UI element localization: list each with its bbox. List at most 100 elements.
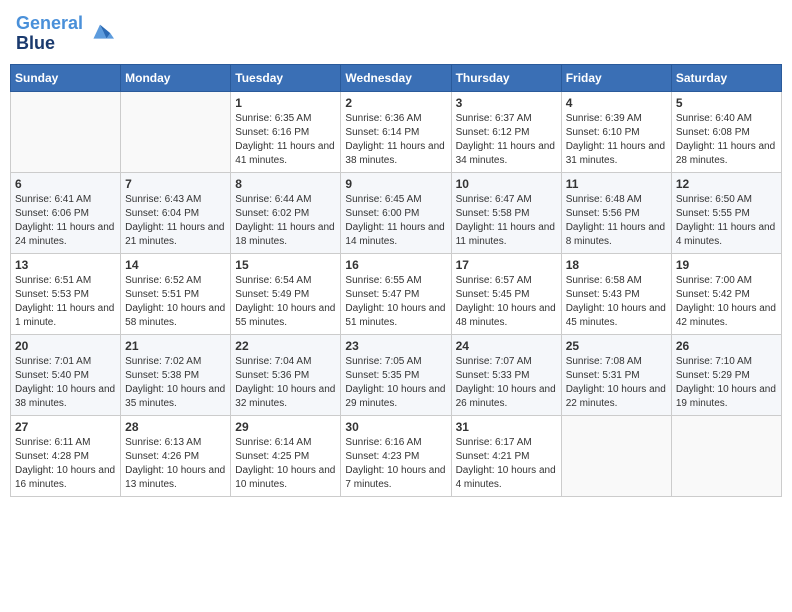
day-info: Sunrise: 7:04 AM Sunset: 5:36 PM Dayligh… <box>235 355 336 411</box>
day-info: Sunrise: 6:39 AM Sunset: 6:10 PM Dayligh… <box>566 112 667 168</box>
col-header-monday: Monday <box>121 64 231 91</box>
calendar-week-row: 20 Sunrise: 7:01 AM Sunset: 5:40 PM Dayli… <box>11 334 782 415</box>
calendar-cell <box>121 91 231 172</box>
calendar-cell: 4 Sunrise: 6:39 AM Sunset: 6:10 PM Daylig… <box>561 91 671 172</box>
calendar-cell <box>11 91 121 172</box>
day-number: 11 <box>566 177 667 191</box>
col-header-friday: Friday <box>561 64 671 91</box>
calendar-week-row: 13 Sunrise: 6:51 AM Sunset: 5:53 PM Dayli… <box>11 253 782 334</box>
col-header-saturday: Saturday <box>671 64 781 91</box>
calendar-week-row: 27 Sunrise: 6:11 AM Sunset: 4:28 PM Dayli… <box>11 415 782 496</box>
day-number: 9 <box>345 177 446 191</box>
calendar-header-row: SundayMondayTuesdayWednesdayThursdayFrid… <box>11 64 782 91</box>
day-info: Sunrise: 7:08 AM Sunset: 5:31 PM Dayligh… <box>566 355 667 411</box>
day-info: Sunrise: 6:44 AM Sunset: 6:02 PM Dayligh… <box>235 193 336 249</box>
day-info: Sunrise: 6:13 AM Sunset: 4:26 PM Dayligh… <box>125 436 226 492</box>
day-info: Sunrise: 7:00 AM Sunset: 5:42 PM Dayligh… <box>676 274 777 330</box>
day-info: Sunrise: 6:37 AM Sunset: 6:12 PM Dayligh… <box>456 112 557 168</box>
day-number: 16 <box>345 258 446 272</box>
calendar-week-row: 1Sunrise: 6:35 AM Sunset: 6:16 PM Daylig… <box>11 91 782 172</box>
calendar-cell: 21Sunrise: 7:02 AM Sunset: 5:38 PM Dayli… <box>121 334 231 415</box>
calendar-cell: 16Sunrise: 6:55 AM Sunset: 5:47 PM Dayli… <box>341 253 451 334</box>
calendar-cell: 20 Sunrise: 7:01 AM Sunset: 5:40 PM Dayli… <box>11 334 121 415</box>
day-number: 30 <box>345 420 446 434</box>
day-number: 2 <box>345 96 446 110</box>
day-info: Sunrise: 6:41 AM Sunset: 6:06 PM Dayligh… <box>15 193 116 249</box>
day-info: Sunrise: 7:01 AM Sunset: 5:40 PM Dayligh… <box>15 355 116 411</box>
col-header-thursday: Thursday <box>451 64 561 91</box>
day-info: Sunrise: 6:57 AM Sunset: 5:45 PM Dayligh… <box>456 274 557 330</box>
calendar-cell: 12Sunrise: 6:50 AM Sunset: 5:55 PM Dayli… <box>671 172 781 253</box>
day-number: 14 <box>125 258 226 272</box>
day-info: Sunrise: 6:36 AM Sunset: 6:14 PM Dayligh… <box>345 112 446 168</box>
day-number: 20 <box>15 339 116 353</box>
day-info: Sunrise: 6:43 AM Sunset: 6:04 PM Dayligh… <box>125 193 226 249</box>
calendar-cell: 15 Sunrise: 6:54 AM Sunset: 5:49 PM Dayli… <box>231 253 341 334</box>
day-info: Sunrise: 6:35 AM Sunset: 6:16 PM Dayligh… <box>235 112 336 168</box>
day-info: Sunrise: 6:47 AM Sunset: 5:58 PM Dayligh… <box>456 193 557 249</box>
logo: GeneralBlue <box>16 14 114 54</box>
calendar-cell: 10 Sunrise: 6:47 AM Sunset: 5:58 PM Dayli… <box>451 172 561 253</box>
day-number: 5 <box>676 96 777 110</box>
day-info: Sunrise: 7:02 AM Sunset: 5:38 PM Dayligh… <box>125 355 226 411</box>
calendar-cell: 13 Sunrise: 6:51 AM Sunset: 5:53 PM Dayli… <box>11 253 121 334</box>
col-header-tuesday: Tuesday <box>231 64 341 91</box>
day-info: Sunrise: 6:52 AM Sunset: 5:51 PM Dayligh… <box>125 274 226 330</box>
day-number: 3 <box>456 96 557 110</box>
logo-icon <box>86 20 114 48</box>
day-info: Sunrise: 6:40 AM Sunset: 6:08 PM Dayligh… <box>676 112 777 168</box>
day-number: 4 <box>566 96 667 110</box>
calendar-cell: 27 Sunrise: 6:11 AM Sunset: 4:28 PM Dayli… <box>11 415 121 496</box>
calendar-cell: 22 Sunrise: 7:04 AM Sunset: 5:36 PM Dayli… <box>231 334 341 415</box>
day-number: 26 <box>676 339 777 353</box>
day-number: 31 <box>456 420 557 434</box>
calendar-cell: 6 Sunrise: 6:41 AM Sunset: 6:06 PM Daylig… <box>11 172 121 253</box>
day-info: Sunrise: 6:50 AM Sunset: 5:55 PM Dayligh… <box>676 193 777 249</box>
day-info: Sunrise: 6:11 AM Sunset: 4:28 PM Dayligh… <box>15 436 116 492</box>
calendar-cell: 3 Sunrise: 6:37 AM Sunset: 6:12 PM Daylig… <box>451 91 561 172</box>
calendar-cell: 25Sunrise: 7:08 AM Sunset: 5:31 PM Dayli… <box>561 334 671 415</box>
day-info: Sunrise: 6:58 AM Sunset: 5:43 PM Dayligh… <box>566 274 667 330</box>
calendar-cell: 7Sunrise: 6:43 AM Sunset: 6:04 PM Daylig… <box>121 172 231 253</box>
day-info: Sunrise: 6:54 AM Sunset: 5:49 PM Dayligh… <box>235 274 336 330</box>
calendar-cell: 2 Sunrise: 6:36 AM Sunset: 6:14 PM Daylig… <box>341 91 451 172</box>
day-number: 19 <box>676 258 777 272</box>
day-info: Sunrise: 6:17 AM Sunset: 4:21 PM Dayligh… <box>456 436 557 492</box>
day-info: Sunrise: 6:51 AM Sunset: 5:53 PM Dayligh… <box>15 274 116 330</box>
calendar-cell <box>561 415 671 496</box>
day-info: Sunrise: 6:16 AM Sunset: 4:23 PM Dayligh… <box>345 436 446 492</box>
day-number: 29 <box>235 420 336 434</box>
calendar-cell: 9 Sunrise: 6:45 AM Sunset: 6:00 PM Daylig… <box>341 172 451 253</box>
calendar-cell: 24 Sunrise: 7:07 AM Sunset: 5:33 PM Dayli… <box>451 334 561 415</box>
day-number: 27 <box>15 420 116 434</box>
day-number: 10 <box>456 177 557 191</box>
page-header: GeneralBlue <box>10 10 782 58</box>
calendar-cell: 14 Sunrise: 6:52 AM Sunset: 5:51 PM Dayli… <box>121 253 231 334</box>
day-info: Sunrise: 6:45 AM Sunset: 6:00 PM Dayligh… <box>345 193 446 249</box>
calendar-cell: 26Sunrise: 7:10 AM Sunset: 5:29 PM Dayli… <box>671 334 781 415</box>
calendar-cell: 29 Sunrise: 6:14 AM Sunset: 4:25 PM Dayli… <box>231 415 341 496</box>
calendar-cell: 23 Sunrise: 7:05 AM Sunset: 5:35 PM Dayli… <box>341 334 451 415</box>
day-number: 15 <box>235 258 336 272</box>
calendar-cell: 18Sunrise: 6:58 AM Sunset: 5:43 PM Dayli… <box>561 253 671 334</box>
calendar-table: SundayMondayTuesdayWednesdayThursdayFrid… <box>10 64 782 497</box>
day-number: 24 <box>456 339 557 353</box>
calendar-cell: 31 Sunrise: 6:17 AM Sunset: 4:21 PM Dayli… <box>451 415 561 496</box>
calendar-cell: 17 Sunrise: 6:57 AM Sunset: 5:45 PM Dayli… <box>451 253 561 334</box>
calendar-cell: 1Sunrise: 6:35 AM Sunset: 6:16 PM Daylig… <box>231 91 341 172</box>
day-number: 22 <box>235 339 336 353</box>
calendar-cell: 19 Sunrise: 7:00 AM Sunset: 5:42 PM Dayli… <box>671 253 781 334</box>
day-number: 13 <box>15 258 116 272</box>
day-number: 23 <box>345 339 446 353</box>
day-number: 6 <box>15 177 116 191</box>
calendar-cell: 11 Sunrise: 6:48 AM Sunset: 5:56 PM Dayli… <box>561 172 671 253</box>
day-info: Sunrise: 6:48 AM Sunset: 5:56 PM Dayligh… <box>566 193 667 249</box>
day-info: Sunrise: 6:14 AM Sunset: 4:25 PM Dayligh… <box>235 436 336 492</box>
day-info: Sunrise: 7:07 AM Sunset: 5:33 PM Dayligh… <box>456 355 557 411</box>
calendar-cell: 28 Sunrise: 6:13 AM Sunset: 4:26 PM Dayli… <box>121 415 231 496</box>
day-number: 17 <box>456 258 557 272</box>
day-info: Sunrise: 7:05 AM Sunset: 5:35 PM Dayligh… <box>345 355 446 411</box>
logo-text: GeneralBlue <box>16 14 83 54</box>
day-number: 28 <box>125 420 226 434</box>
calendar-week-row: 6 Sunrise: 6:41 AM Sunset: 6:06 PM Daylig… <box>11 172 782 253</box>
